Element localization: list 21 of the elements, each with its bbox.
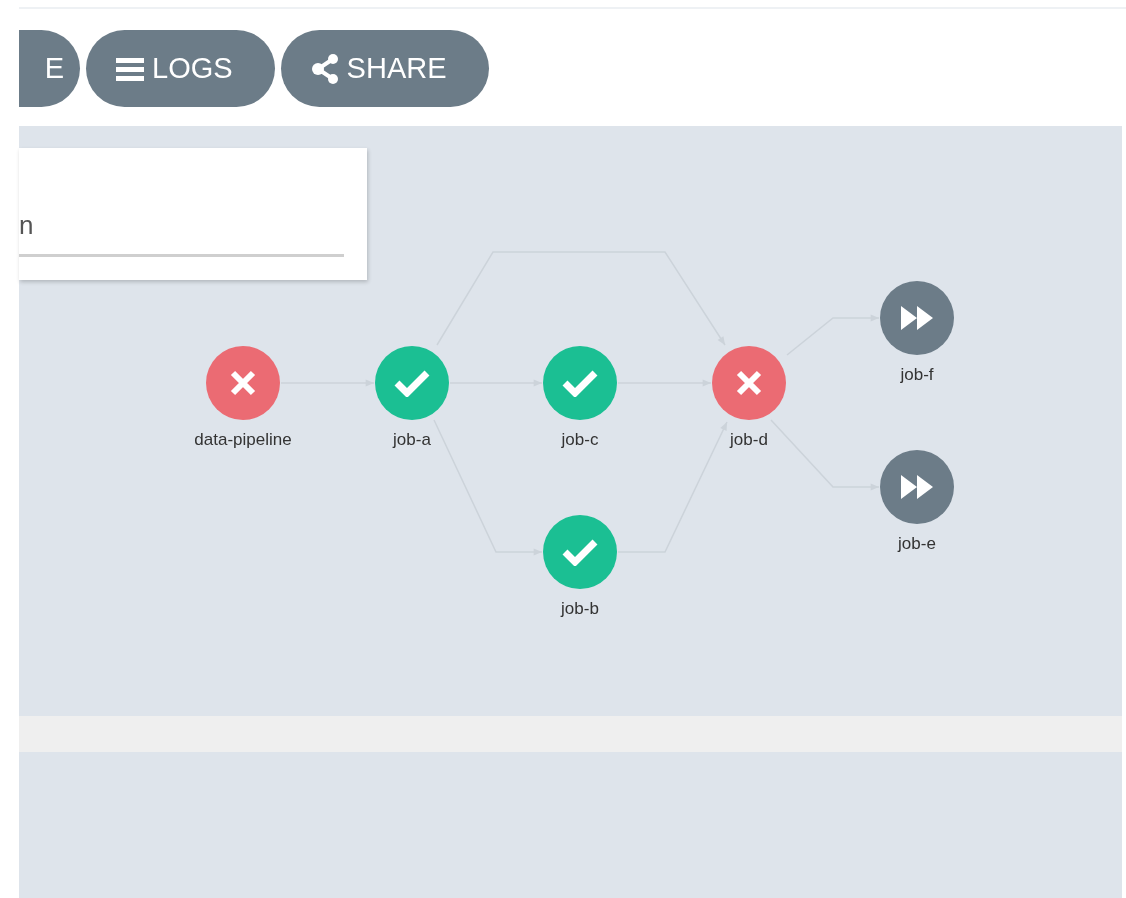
node-label: job-d [730,430,768,450]
close-icon [230,370,256,396]
menu-icon [116,56,144,81]
fast-forward-icon [899,473,935,501]
job-node[interactable] [712,346,786,420]
close-icon [736,370,762,396]
node-label: job-b [561,599,599,619]
node-label: data-pipeline [194,430,292,450]
node-label: job-c [561,430,599,450]
toolbar-button[interactable]: E [19,30,80,107]
fast-forward-icon [899,304,935,332]
input-field[interactable]: n [19,196,344,257]
share-button[interactable]: SHARE [280,30,489,107]
check-icon [562,369,598,397]
logs-button[interactable]: LOGS [86,30,275,107]
node-label: job-a [393,430,431,450]
node-label: job-f [900,365,934,385]
share-icon [310,53,339,84]
node-label: job-e [898,534,936,554]
check-icon [394,369,430,397]
check-icon [562,538,598,566]
